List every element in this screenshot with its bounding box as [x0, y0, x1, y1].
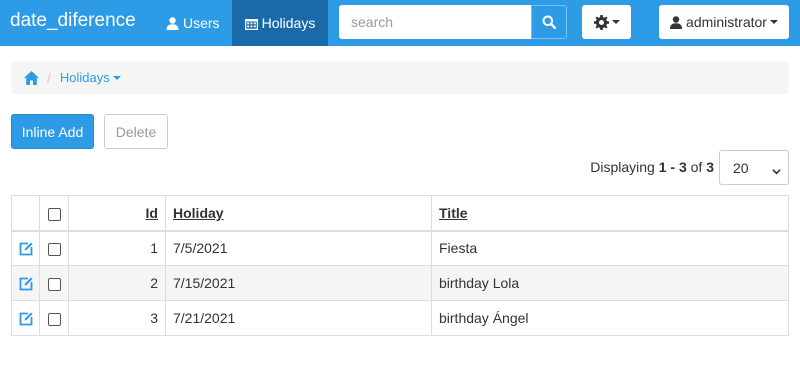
- home-icon[interactable]: [24, 70, 39, 85]
- caret-down-icon: [611, 20, 620, 24]
- paging-total: 3: [706, 159, 714, 175]
- caret-down-icon: [112, 75, 121, 80]
- row-checkbox[interactable]: [47, 312, 61, 326]
- cell-holiday: 7/21/2021: [165, 300, 432, 336]
- column-header-title-label: Title: [439, 204, 468, 221]
- row-edit-cell: [11, 300, 40, 336]
- paging-range: 1 - 3: [658, 159, 687, 175]
- table-header-row: Id Holiday Title: [11, 195, 789, 232]
- user-icon: [670, 15, 683, 29]
- user-menu-label: administrator: [686, 14, 767, 30]
- row-edit-cell: [11, 265, 40, 301]
- user-icon: [166, 16, 179, 30]
- header-edit-cell: [11, 195, 40, 232]
- cell-title: Fiesta: [431, 230, 789, 266]
- cell-id: 2: [68, 265, 166, 301]
- search-input[interactable]: [339, 5, 531, 39]
- edit-icon[interactable]: [19, 312, 33, 326]
- column-header-holiday[interactable]: Holiday: [165, 195, 432, 232]
- calendar-icon: [244, 18, 258, 30]
- settings-dropdown-button[interactable]: [582, 5, 631, 39]
- nav-holidays-label: Holidays: [261, 15, 316, 31]
- table-row: 2 7/15/2021 birthday Lola: [11, 265, 789, 301]
- app-brand[interactable]: date_diference: [10, 10, 136, 32]
- top-navbar: date_diference Users Holidays administra…: [0, 0, 800, 46]
- page-size-value: 20: [733, 159, 749, 176]
- edit-icon[interactable]: [19, 242, 33, 256]
- user-menu-button[interactable]: administrator: [659, 5, 789, 39]
- table-row: 1 7/5/2021 Fiesta: [11, 230, 789, 266]
- cell-title: birthday Lola: [431, 265, 789, 301]
- cell-title: birthday Ángel: [431, 300, 789, 336]
- caret-down-icon: [769, 20, 778, 24]
- row-select-cell: [39, 300, 69, 336]
- inline-add-button[interactable]: Inline Add: [11, 114, 94, 149]
- column-header-title[interactable]: Title: [431, 195, 789, 232]
- header-select-all-cell: [39, 195, 69, 232]
- breadcrumb: / Holidays: [11, 61, 789, 94]
- holidays-table: Id Holiday Title 1 7/5/2021 Fiesta 2 7/1…: [11, 195, 789, 336]
- breadcrumb-holidays-dropdown[interactable]: Holidays: [60, 70, 121, 85]
- edit-icon[interactable]: [19, 277, 33, 291]
- nav-users[interactable]: Users: [166, 0, 232, 46]
- column-header-id[interactable]: Id: [68, 195, 166, 232]
- cell-id: 1: [68, 230, 166, 266]
- search-icon: [542, 15, 556, 29]
- row-checkbox[interactable]: [47, 277, 61, 291]
- table-row: 3 7/21/2021 birthday Ángel: [11, 300, 789, 336]
- breadcrumb-separator: /: [47, 69, 51, 86]
- nav-holidays[interactable]: Holidays: [232, 0, 328, 46]
- chevron-down-icon: [772, 169, 781, 175]
- gear-icon: [593, 14, 609, 30]
- page-size-select[interactable]: 20: [719, 150, 789, 185]
- row-select-cell: [39, 265, 69, 301]
- breadcrumb-current-label: Holidays: [59, 70, 110, 85]
- cell-holiday: 7/15/2021: [165, 265, 432, 301]
- cell-holiday: 7/5/2021: [165, 230, 432, 266]
- cell-id: 3: [68, 300, 166, 336]
- paging-summary: Displaying 1 - 3 of 3: [590, 159, 714, 175]
- column-header-id-label: Id: [145, 204, 158, 221]
- row-select-cell: [39, 230, 69, 266]
- paging-prefix: Displaying: [590, 159, 655, 175]
- search-button[interactable]: [531, 5, 567, 39]
- paging-of: of: [690, 159, 703, 175]
- delete-button[interactable]: Delete: [104, 114, 168, 149]
- column-header-holiday-label: Holiday: [173, 204, 224, 221]
- select-all-checkbox[interactable]: [47, 207, 61, 221]
- nav-users-label: Users: [183, 15, 220, 31]
- row-edit-cell: [11, 230, 40, 266]
- row-checkbox[interactable]: [47, 243, 61, 257]
